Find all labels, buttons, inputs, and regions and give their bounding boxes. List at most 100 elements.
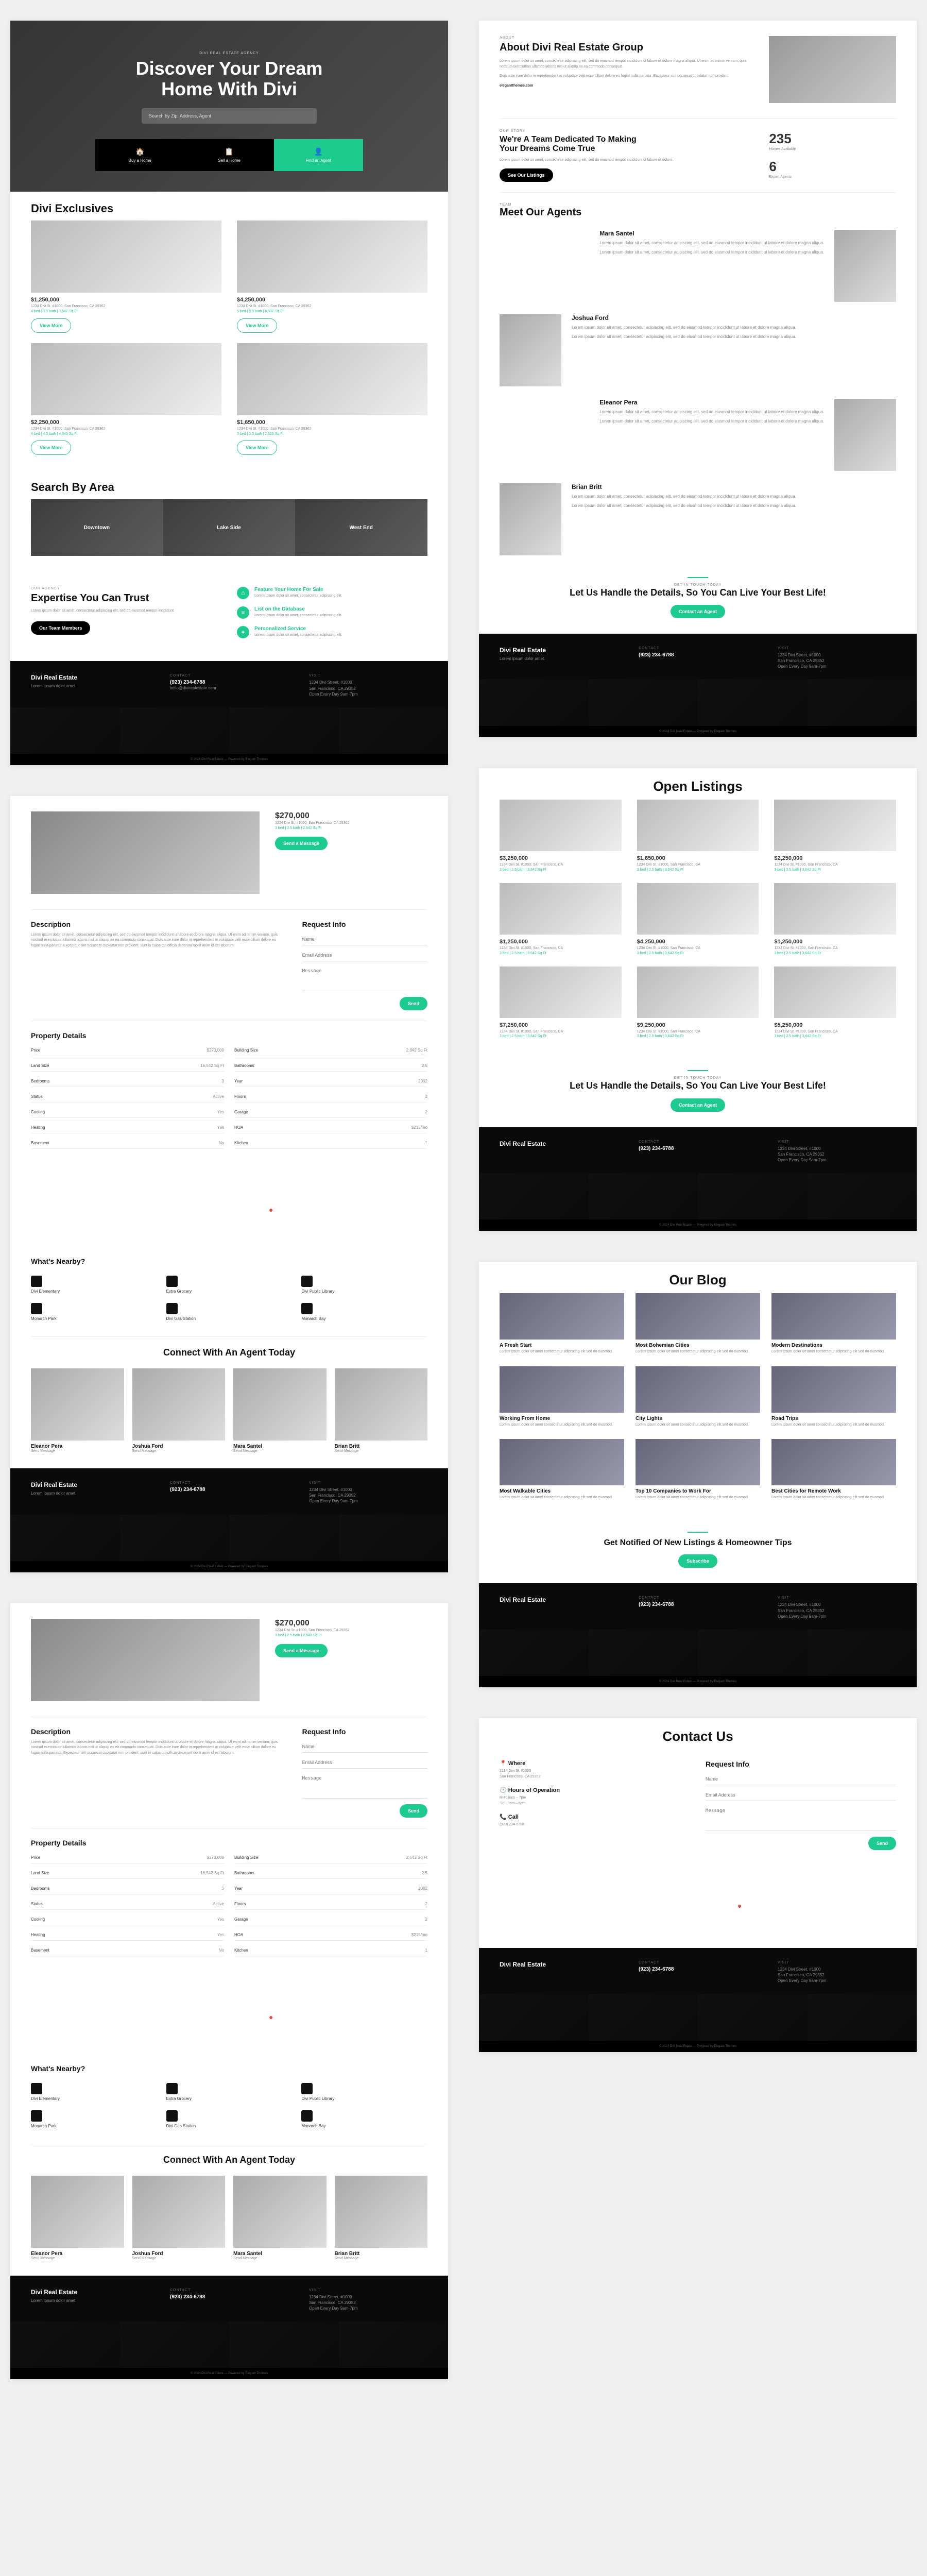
agent-card[interactable]: Brian BrittSend Message — [335, 2176, 428, 2260]
see-listings-button[interactable]: See Our Listings — [500, 168, 553, 182]
view-more-button[interactable]: View More — [237, 318, 277, 333]
nearby-item: Divi Gas Station — [166, 2110, 293, 2128]
listing-card[interactable]: $1,250,0001234 Divi St. #1000, San Franc… — [774, 883, 896, 956]
area-tile[interactable]: Downtown — [31, 499, 163, 556]
blog-image — [771, 1293, 896, 1340]
agent-card[interactable]: Eleanor PeraSend Message — [31, 1368, 124, 1453]
spec-row: Bedrooms3 — [31, 1883, 224, 1894]
team-button[interactable]: Our Team Members — [31, 621, 90, 635]
blog-card[interactable]: Most Walkable CitiesLorem ipsum dolor si… — [500, 1439, 624, 1501]
blog-card[interactable]: Modern DestinationsLorem ipsum dolor sit… — [771, 1293, 896, 1355]
contact-button[interactable]: Contact an Agent — [671, 1098, 725, 1112]
send-button[interactable]: Send — [400, 1804, 427, 1818]
nearby-item: Divi Public Library — [301, 1276, 427, 1294]
exclusives-header: Divi Exclusives — [10, 192, 448, 221]
listing-card[interactable]: $5,250,0001234 Divi St. #1000, San Franc… — [774, 967, 896, 1040]
nearby-item: Extra Grocery — [166, 1276, 293, 1294]
listing-card[interactable]: $1,250,0001234 Divi St. #1000, San Franc… — [500, 883, 622, 956]
agent-card[interactable]: Joshua FordSend Message — [132, 1368, 226, 1453]
hero-search[interactable]: Search by Zip, Address, Agent — [142, 108, 317, 124]
subscribe-button[interactable]: Subscribe — [678, 1554, 717, 1568]
exclusives-grid: $1,250,0001234 Divi St. #1000, San Franc… — [10, 221, 448, 470]
listing-card[interactable]: $1,250,0001234 Divi St. #1000, San Franc… — [31, 221, 221, 333]
map[interactable] — [31, 1170, 427, 1242]
agent-photo — [132, 1368, 226, 1440]
listing-card[interactable]: $4,250,0001234 Divi St. #1000, San Franc… — [637, 883, 759, 956]
blog-card[interactable]: Working From HomeLorem ipsum dolor sit a… — [500, 1366, 624, 1428]
listing-image — [500, 967, 622, 1018]
email-input[interactable] — [302, 950, 427, 961]
spec-row: Bedrooms3 — [31, 1076, 224, 1087]
agent-card[interactable]: Joshua FordSend Message — [132, 2176, 226, 2260]
map[interactable] — [500, 1866, 896, 1938]
blog-image — [500, 1439, 624, 1485]
blog-card[interactable]: City LightsLorem ipsum dolor sit amet co… — [636, 1366, 760, 1428]
spec-row: HOA$215/mo — [234, 1929, 427, 1941]
name-input[interactable] — [706, 1773, 896, 1785]
spec-row: HeatingYes — [31, 1929, 224, 1941]
email-input[interactable] — [302, 1757, 427, 1769]
blog-card[interactable]: Best Cities for Remote WorkLorem ipsum d… — [771, 1439, 896, 1501]
message-input[interactable] — [302, 1773, 427, 1799]
listing-card[interactable]: $1,650,0001234 Divi St. #1000, San Franc… — [637, 800, 759, 873]
listing-card[interactable]: $1,650,0001234 Divi St. #1000, San Franc… — [237, 343, 427, 455]
footer: Divi Real Estate Contact(923) 234-6788 V… — [479, 1583, 917, 1687]
listing-card[interactable]: $9,250,0001234 Divi St. #1000, San Franc… — [637, 967, 759, 1040]
view-more-button[interactable]: View More — [237, 440, 277, 455]
nearby-grid: Divi ElementaryExtra GroceryDivi Public … — [10, 2078, 448, 2144]
blog-image — [636, 1293, 760, 1340]
agent-photo — [335, 1368, 428, 1440]
blog-card[interactable]: Most Bohemian CitiesLorem ipsum dolor si… — [636, 1293, 760, 1355]
cta-band: Get In Touch Today Let Us Handle the Det… — [479, 562, 917, 634]
listing-image — [774, 883, 896, 935]
agent-card[interactable]: Mara SantelSend Message — [233, 2176, 327, 2260]
about-image — [769, 36, 896, 103]
listing-card[interactable]: $7,250,0001234 Divi St. #1000, San Franc… — [500, 967, 622, 1040]
name-input[interactable] — [302, 1741, 427, 1753]
listing-image — [500, 800, 622, 851]
email-input[interactable] — [706, 1789, 896, 1801]
blog-card[interactable]: A Fresh StartLorem ipsum dolor sit amet … — [500, 1293, 624, 1355]
message-input[interactable] — [302, 965, 427, 991]
blog-card[interactable]: Road TripsLorem ipsum dolor sit amet con… — [771, 1366, 896, 1428]
footer: Divi Real Estate Contact(923) 234-6788 V… — [479, 1948, 917, 2052]
listing-card[interactable]: $3,250,0001234 Divi St. #1000, San Franc… — [500, 800, 622, 873]
listing-card[interactable]: $2,250,0001234 Divi St. #1000, San Franc… — [31, 343, 221, 455]
cta-sell[interactable]: 📋Sell a Home — [184, 139, 273, 171]
spec-row: Kitchen1 — [234, 1945, 427, 1956]
agent-card[interactable]: Eleanor PeraSend Message — [31, 2176, 124, 2260]
message-button[interactable]: Send a Message — [275, 1644, 328, 1657]
view-more-button[interactable]: View More — [31, 318, 71, 333]
footer: Divi Real EstateLorem ipsum dolor amet. … — [10, 1468, 448, 1572]
contact-button[interactable]: Contact an Agent — [671, 605, 725, 618]
area-tile[interactable]: West End — [295, 499, 427, 556]
cta-agent[interactable]: 👤Find an Agent — [274, 139, 363, 171]
nearby-item: Divi Elementary — [31, 1276, 157, 1294]
spec-row: Price$270,000 — [31, 1852, 224, 1863]
person-icon: ✦ — [237, 626, 249, 638]
agent-photo — [500, 314, 561, 386]
agents-grid: Eleanor PeraSend MessageJoshua FordSend … — [10, 1363, 448, 1468]
agent-card[interactable]: Brian BrittSend Message — [335, 1368, 428, 1453]
feature-item: ✦Personalized ServiceLorem ipsum dolor s… — [237, 626, 427, 638]
area-tile[interactable]: Lake Side — [163, 499, 296, 556]
message-input[interactable] — [706, 1805, 896, 1831]
nearby-item: Monarch Park — [31, 1303, 157, 1321]
agent-card[interactable]: Mara SantelSend Message — [233, 1368, 327, 1453]
footer: Divi Real EstateLorem ipsum dolor amet. … — [10, 2276, 448, 2380]
spec-row: BasementNo — [31, 1138, 224, 1149]
message-button[interactable]: Send a Message — [275, 837, 328, 850]
listing-image — [774, 967, 896, 1018]
send-button[interactable]: Send — [868, 1837, 896, 1850]
cta-buy[interactable]: 🏠Buy a Home — [95, 139, 184, 171]
spec-row: Bathrooms2.5 — [234, 1868, 427, 1879]
view-more-button[interactable]: View More — [31, 440, 71, 455]
map[interactable] — [31, 1977, 427, 2049]
name-input[interactable] — [302, 934, 427, 945]
agent-list: Mara SantelLorem ipsum dolor sit amet, c… — [479, 224, 917, 562]
blog-card[interactable]: Top 10 Companies to Work ForLorem ipsum … — [636, 1439, 760, 1501]
send-button[interactable]: Send — [400, 997, 427, 1010]
listing-card[interactable]: $2,250,0001234 Divi St. #1000, San Franc… — [774, 800, 896, 873]
listing-card[interactable]: $4,250,0001234 Divi St. #1000, San Franc… — [237, 221, 427, 333]
spec-row: HOA$215/mo — [234, 1122, 427, 1133]
